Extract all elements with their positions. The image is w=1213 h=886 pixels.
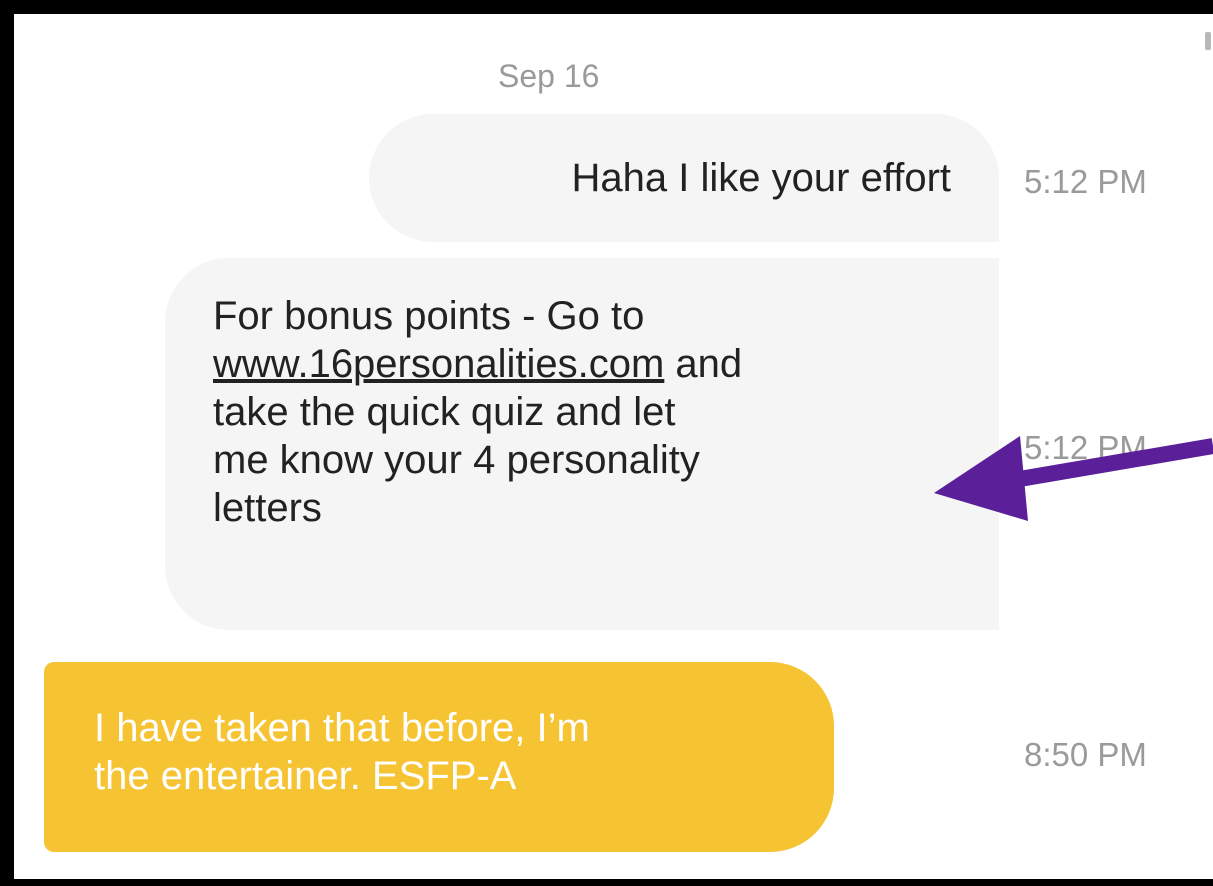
arrow-left-icon — [934, 436, 1213, 521]
chat-view: Sep 16 Haha I like your effort 5:12 PM F… — [14, 14, 1213, 879]
